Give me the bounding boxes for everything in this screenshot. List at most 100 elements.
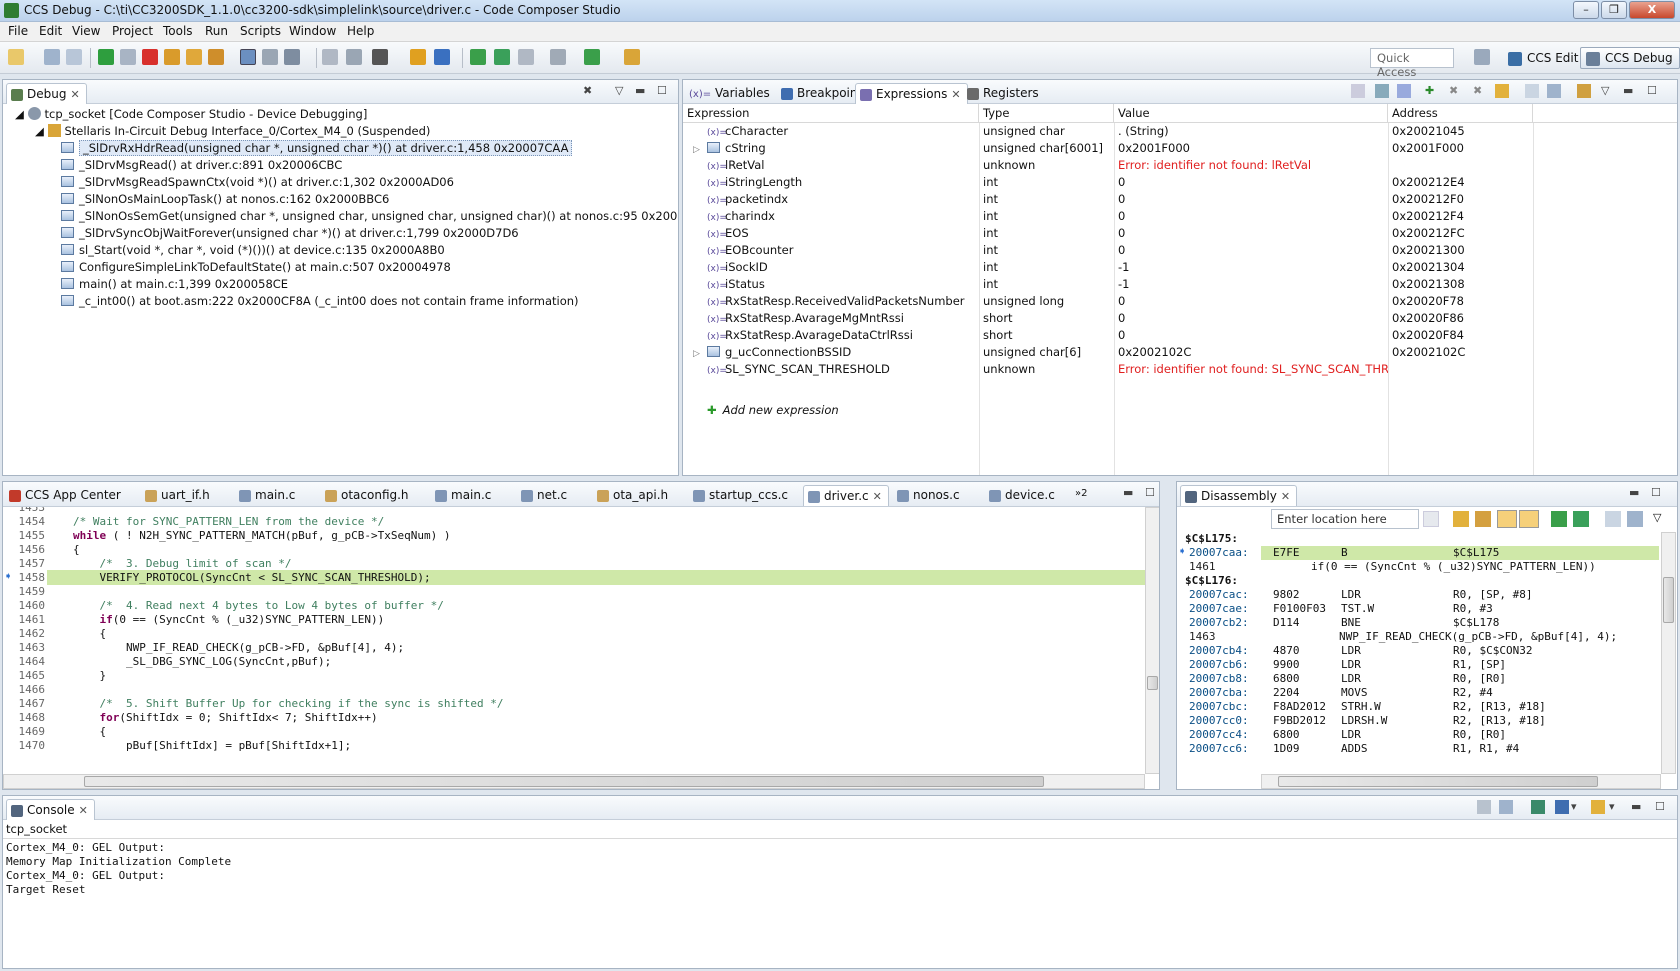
close-icon[interactable]: ✕ [79, 804, 88, 817]
pin-console-icon[interactable] [1531, 800, 1545, 814]
expression-value[interactable]: -1 [1114, 259, 1388, 276]
expression-value[interactable]: 0 [1114, 191, 1388, 208]
debug-session-root[interactable]: ◢ tcp_socket [Code Composer Studio - Dev… [15, 106, 367, 123]
disassembly-horizontal-scrollbar[interactable] [1261, 774, 1661, 789]
reset-icon[interactable] [262, 49, 278, 65]
minimize-view-icon[interactable]: ▬ [1123, 486, 1133, 499]
remove-all-icon[interactable]: ✖ [1473, 84, 1482, 97]
new-view-icon[interactable] [1605, 511, 1621, 527]
hardware-icon[interactable] [372, 49, 388, 65]
close-icon[interactable]: ✕ [873, 490, 882, 503]
perspective-ccs-edit[interactable]: CCS Edit [1502, 47, 1585, 69]
tab-main-c-2[interactable]: main.c [431, 485, 497, 506]
menu-edit[interactable]: Edit [39, 24, 62, 38]
minimize-view-icon[interactable]: ▬ [1631, 800, 1641, 813]
expression-value[interactable]: 0 [1114, 225, 1388, 242]
minimize-view-icon[interactable]: ▬ [1623, 84, 1633, 97]
expression-row[interactable]: (x)=SL_SYNC_SCAN_THRESHOLD unknown Error: … [683, 361, 1677, 378]
tab-uart-if-h[interactable]: uart_if.h [141, 485, 216, 506]
expression-row[interactable]: (x)=iStatus int -1 0x20021308 [683, 276, 1677, 293]
minimize-view-icon[interactable]: ▬ [635, 84, 645, 97]
minimize-button[interactable]: – [1573, 1, 1599, 19]
expand-arrow-icon[interactable]: ▷ [687, 346, 707, 361]
expression-row[interactable]: (x)=EOBcounter int 0 0x20021300 [683, 242, 1677, 259]
step-into-icon[interactable] [164, 49, 180, 65]
remove-expression-icon[interactable]: ✖ [1449, 84, 1458, 97]
show-type-icon[interactable] [1351, 84, 1365, 98]
step-into-icon[interactable] [1551, 511, 1567, 527]
expression-value[interactable]: 0 [1114, 174, 1388, 191]
new-view-icon[interactable] [1525, 84, 1539, 98]
debug-icon[interactable] [584, 49, 600, 65]
asm-step-over-icon[interactable] [494, 49, 510, 65]
new-icon[interactable] [8, 49, 24, 65]
tab-net-c[interactable]: net.c [517, 485, 573, 506]
maximize-view-icon[interactable]: ☐ [1651, 486, 1661, 499]
tab-ccs-app-center[interactable]: CCS App Center [5, 485, 127, 506]
tab-registers[interactable]: Registers [963, 83, 1045, 104]
go-icon[interactable] [1423, 511, 1439, 527]
source-icon[interactable] [1519, 510, 1539, 528]
instruction-stepping-icon[interactable] [240, 49, 256, 65]
tab-debug[interactable]: Debug ✕ [6, 83, 87, 104]
close-icon[interactable]: ✕ [951, 88, 960, 101]
restore-button[interactable]: ❐ [1601, 1, 1627, 19]
save-all-icon[interactable] [66, 49, 82, 65]
expression-value[interactable]: . (String) [1114, 123, 1388, 140]
debug-device-node[interactable]: ◢ Stellaris In-Circuit Debug Interface_0… [35, 123, 430, 140]
header-value[interactable]: Value [1114, 104, 1388, 123]
connect-icon[interactable] [434, 49, 450, 65]
refresh-expressions-icon[interactable] [1397, 84, 1411, 98]
expression-row[interactable]: (x)=cCharacter unsigned char . (String) 0x2… [683, 123, 1677, 140]
tab-expressions[interactable]: Expressions ✕ [855, 83, 968, 104]
stack-frame-item[interactable]: _SlDrvMsgRead() at driver.c:891 0x20006C… [61, 157, 342, 174]
menu-file[interactable]: File [8, 24, 28, 38]
save-icon[interactable] [44, 49, 60, 65]
stack-frame-item[interactable]: _SlNonOsSemGet(unsigned char *, unsigned… [61, 208, 678, 225]
expand-arrow-icon[interactable]: ▷ [687, 142, 707, 157]
open-perspective-icon[interactable] [1474, 49, 1490, 65]
continuous-refresh-icon[interactable] [1495, 84, 1509, 98]
tab-startup-ccs-c[interactable]: startup_ccs.c [689, 485, 794, 506]
expression-value[interactable]: 0 [1114, 208, 1388, 225]
add-expression-icon[interactable]: ✚ [1425, 84, 1434, 97]
menu-scripts[interactable]: Scripts [240, 24, 281, 38]
pin-icon[interactable] [1627, 511, 1643, 527]
editor-horizontal-scrollbar[interactable] [3, 774, 1145, 789]
stop-icon[interactable] [550, 49, 566, 65]
minimize-view-icon[interactable]: ▬ [1629, 486, 1639, 499]
expression-row[interactable]: (x)=EOS int 0 0x200212FC [683, 225, 1677, 242]
close-icon[interactable]: ✕ [1281, 490, 1290, 503]
stack-frame-item[interactable]: ConfigureSimpleLinkToDefaultState() at m… [61, 259, 451, 276]
stack-frame-item[interactable]: _SlDrvMsgReadSpawnCtx(void *)() at drive… [61, 174, 454, 191]
resume-icon[interactable] [98, 49, 114, 65]
maximize-view-icon[interactable]: ☐ [1655, 800, 1665, 813]
menu-project[interactable]: Project [112, 24, 153, 38]
tab-otaconfig-h[interactable]: otaconfig.h [321, 485, 415, 506]
editor-vertical-scrollbar[interactable] [1145, 507, 1159, 774]
open-console-dropdown-icon[interactable]: ▾ [1609, 800, 1615, 813]
disassembly-vertical-scrollbar[interactable] [1661, 532, 1676, 774]
header-expression[interactable]: Expression [683, 104, 979, 123]
display-console-icon[interactable] [1555, 800, 1569, 814]
maximize-view-icon[interactable]: ☐ [1647, 84, 1657, 97]
expression-row[interactable]: ▷ g_ucConnectionBSSID unsigned char[6] 0x20… [683, 344, 1677, 361]
expression-row[interactable]: ▷ cString unsigned char[6001] 0x2001F000 0x2… [683, 140, 1677, 157]
menu-run[interactable]: Run [205, 24, 228, 38]
expression-row[interactable]: (x)=iSockID int -1 0x20021304 [683, 259, 1677, 276]
disassembly-listing[interactable]: ➧ $C$L175: 20007caa: E7FE B $C$L175 1461 if(0 … [1177, 532, 1659, 774]
close-icon[interactable]: ✕ [70, 88, 79, 101]
tab-disassembly[interactable]: Disassembly ✕ [1180, 485, 1298, 506]
menu-view[interactable]: View [72, 24, 100, 38]
refresh-icon[interactable] [518, 49, 534, 65]
stack-frame-item[interactable]: main() at main.c:1,399 0x200058CE [61, 276, 288, 293]
expression-value[interactable]: 0 [1114, 293, 1388, 310]
breakpoint-icon[interactable] [322, 49, 338, 65]
expression-value[interactable]: 0x2002102C [1114, 344, 1388, 361]
stack-frame-item[interactable]: _c_int00() at boot.asm:222 0x2000CF8A (_… [61, 293, 579, 310]
expression-value[interactable]: 0x2001F000 [1114, 140, 1388, 157]
stack-frame-item[interactable]: _SlDrvRxHdrRead(unsigned char *, unsigne… [61, 140, 573, 157]
view-menu-icon[interactable]: ▽ [1601, 84, 1609, 97]
expression-value[interactable]: 0 [1114, 242, 1388, 259]
tool-icon[interactable] [624, 49, 640, 65]
